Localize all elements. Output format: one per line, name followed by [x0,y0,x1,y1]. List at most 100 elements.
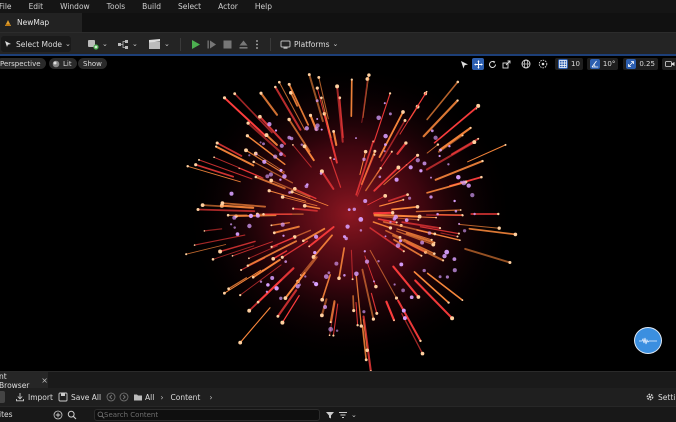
particle-spark [384,143,387,146]
particle-head [258,114,262,119]
particle-spark [408,165,413,170]
stop-button[interactable] [222,36,233,52]
chevron-right-icon[interactable]: › [160,393,163,402]
camera-speed-button[interactable]: 4 [661,58,676,70]
particle-spark [458,222,461,225]
particle-head [472,140,477,145]
particle-head [337,276,341,281]
particle-spark [383,102,386,105]
rotation-snap-toggle[interactable]: 10° [586,58,619,70]
search-box[interactable] [94,409,320,421]
grid-snap-toggle[interactable]: 10 [555,58,583,70]
filter-icon[interactable] [325,410,335,420]
perspective-button[interactable]: Perspective [0,58,46,69]
show-button[interactable]: Show [78,58,107,69]
surface-snap-icon[interactable] [537,58,549,70]
menu-item-build[interactable]: Build [142,2,161,11]
tab-content-browser[interactable]: nt Browser × [0,371,48,390]
particle-head [393,319,395,322]
main-toolbar: Select Mode ⌄ ⌄ ⌄ ⌄ Platforms ⌄ [0,32,676,54]
add-circle-icon[interactable] [53,410,63,420]
menu-item-select[interactable]: Select [178,2,201,11]
folder-icon[interactable] [133,392,143,402]
menu-item-tools[interactable]: Tools [107,2,125,11]
lit-sphere-icon [52,60,60,68]
view-mode-button[interactable]: Lit [49,58,77,69]
particle-spark [359,229,363,232]
add-actor-button[interactable]: ⌄ [87,36,108,52]
particle-spark [279,168,283,172]
particle-head [299,274,302,276]
level-viewport[interactable] [0,54,676,371]
cinematics-button[interactable]: ⌄ [148,36,170,52]
particle-head [259,91,263,95]
back-icon[interactable] [106,392,116,402]
particle-spark [363,250,366,253]
particle-head [417,214,422,219]
menu-item-edit[interactable]: Edit [29,2,44,11]
forward-icon[interactable] [119,392,129,402]
particle-spark [333,158,336,161]
particle-head [329,321,332,324]
particle-head [271,256,276,261]
tab-newmap[interactable]: NewMap [0,13,82,32]
camera-icon [665,60,675,68]
close-icon[interactable]: × [41,376,48,385]
advance-frame-button[interactable] [206,36,217,52]
scale-icon[interactable] [500,58,512,70]
particle-head [308,113,313,118]
particle-spark [438,154,441,158]
content-browser-tab-label: nt Browser [0,371,30,390]
play-options-button[interactable] [254,36,260,52]
search-input[interactable] [104,410,304,420]
particle-spark [445,275,449,279]
particle-head [185,253,188,256]
play-button[interactable] [190,36,201,52]
add-button[interactable] [0,391,5,403]
particle-spark [247,223,252,229]
search-field-icon [97,411,105,419]
breadcrumb-content[interactable]: Content [171,393,201,402]
eject-button[interactable] [238,36,249,52]
particle-spark [422,161,427,166]
sort-button[interactable]: ⌄ [338,410,357,420]
particle-head [287,117,291,122]
gear-icon [645,392,655,402]
content-browser-toolbar: Import Save All All › Content › Settin [0,388,676,406]
rotate-icon[interactable] [486,58,498,70]
settings-button[interactable]: Settin [645,391,676,403]
particle-head [215,145,218,148]
particle-head [254,175,258,179]
particle-head [406,193,409,196]
chevron-right-icon[interactable]: › [209,393,212,402]
particle-head [308,245,311,248]
particle-spark [233,226,236,229]
particle-spark [235,232,240,236]
particle-spark [327,271,331,275]
particle-head [390,150,393,153]
particle-spark [316,118,319,120]
move-icon[interactable] [472,58,484,70]
platforms-button[interactable]: Platforms ⌄ [280,36,338,52]
menu-item-file[interactable]: File [0,2,12,11]
save-all-button[interactable]: Save All [58,391,101,403]
particle-head [277,80,281,84]
particle-head [374,284,378,289]
particle-head [432,252,436,256]
menu-item-actor[interactable]: Actor [218,2,238,11]
menu-item-window[interactable]: Window [60,2,90,11]
world-space-icon[interactable] [520,58,532,70]
particle-spark [452,257,457,261]
particle-spark [358,217,364,222]
breadcrumb-all[interactable]: All [145,393,154,402]
menu-item-help[interactable]: Help [255,2,272,11]
assistant-bubble-button[interactable] [634,327,662,354]
search-icon[interactable] [67,410,77,420]
select-mode-button[interactable]: Select Mode ⌄ [1,36,71,52]
blueprint-button[interactable]: ⌄ [117,36,138,52]
import-button[interactable]: Import [15,391,53,403]
select-arrow-icon[interactable] [458,58,470,70]
scale-snap-toggle[interactable]: 0.25 [623,58,658,70]
particle-spark [300,143,304,146]
particle-spark [454,209,458,213]
